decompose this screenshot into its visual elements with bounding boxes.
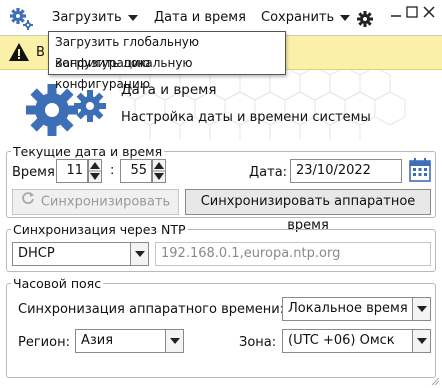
resize-grip-icon[interactable] bbox=[430, 376, 440, 386]
maximize-icon[interactable] bbox=[406, 6, 418, 18]
hw-sync-label: Синхронизация аппаратного времени: bbox=[18, 302, 285, 317]
region-value: Азия bbox=[81, 333, 114, 348]
zone-label: Зона: bbox=[239, 335, 277, 350]
menu-item-load-global[interactable]: Загрузить глобальную конфигурацию bbox=[49, 32, 285, 70]
sync-button-label: Синхронизировать bbox=[40, 194, 171, 210]
region-select[interactable]: Азия bbox=[75, 329, 184, 353]
chevron-down-icon bbox=[165, 330, 183, 352]
hw-sync-value: Локальное время bbox=[288, 301, 408, 316]
menu-datetime[interactable]: Дата и время bbox=[154, 10, 246, 25]
time-label: Время: bbox=[12, 165, 60, 180]
chevron-down-icon bbox=[130, 243, 148, 265]
hours-spinner[interactable] bbox=[88, 159, 102, 183]
ntp-mode-value: DHCP bbox=[18, 246, 55, 261]
hw-sync-select[interactable]: Локальное время bbox=[282, 297, 431, 321]
date-input[interactable]: 23/10/2022 bbox=[290, 159, 402, 183]
time-separator: : bbox=[110, 163, 115, 178]
hours-input[interactable]: 11 bbox=[56, 159, 88, 183]
warning-text: В bbox=[36, 45, 45, 60]
zone-select[interactable]: (UTC +06) Омск bbox=[282, 329, 431, 353]
sync-hardware-time-button[interactable]: Синхронизировать аппаратное время bbox=[185, 189, 431, 233]
sync-button[interactable]: Синхронизировать bbox=[12, 189, 179, 215]
settings-gear-icon[interactable] bbox=[356, 10, 374, 28]
menu-save[interactable]: Сохранить bbox=[261, 10, 351, 25]
date-label: Дата: bbox=[249, 165, 288, 180]
region-label: Регион: bbox=[18, 335, 70, 350]
calendar-icon[interactable] bbox=[409, 158, 431, 182]
menu-item-load-local[interactable]: Загрузить локальную конфигурацию bbox=[49, 53, 285, 91]
chevron-down-icon bbox=[412, 330, 430, 352]
warning-icon bbox=[9, 43, 29, 61]
app-gears-icon bbox=[10, 8, 33, 30]
ntp-mode-select[interactable]: DHCP bbox=[12, 242, 149, 266]
close-icon[interactable] bbox=[423, 6, 435, 18]
ntp-servers-input[interactable]: 192.168.0.1,europa.ntp.org bbox=[155, 242, 431, 266]
menu-load[interactable]: Загрузить bbox=[52, 10, 138, 25]
zone-value: (UTC +06) Омск bbox=[288, 333, 395, 348]
menu-save-label: Сохранить bbox=[261, 10, 335, 25]
refresh-icon bbox=[21, 190, 35, 214]
chevron-down-icon bbox=[412, 298, 430, 320]
timezone-legend: Часовой пояс bbox=[13, 276, 102, 291]
minimize-icon[interactable] bbox=[390, 6, 402, 18]
chevron-down-icon bbox=[127, 14, 138, 21]
minutes-spinner[interactable] bbox=[152, 159, 166, 183]
current-datetime-legend: Текущие дата и время bbox=[13, 144, 163, 159]
ntp-legend: Синхронизация через NTP bbox=[13, 222, 186, 237]
page-subtitle: Настройка даты и времени системы bbox=[121, 110, 371, 125]
timezone-group: Часовой пояс bbox=[6, 276, 436, 378]
load-dropdown-menu: Загрузить глобальную конфигурацию Загруз… bbox=[48, 31, 286, 91]
chevron-down-icon bbox=[340, 14, 351, 21]
menu-datetime-label: Дата и время bbox=[154, 10, 246, 25]
menu-load-label: Загрузить bbox=[52, 10, 122, 25]
minutes-input[interactable]: 55 bbox=[120, 159, 152, 183]
